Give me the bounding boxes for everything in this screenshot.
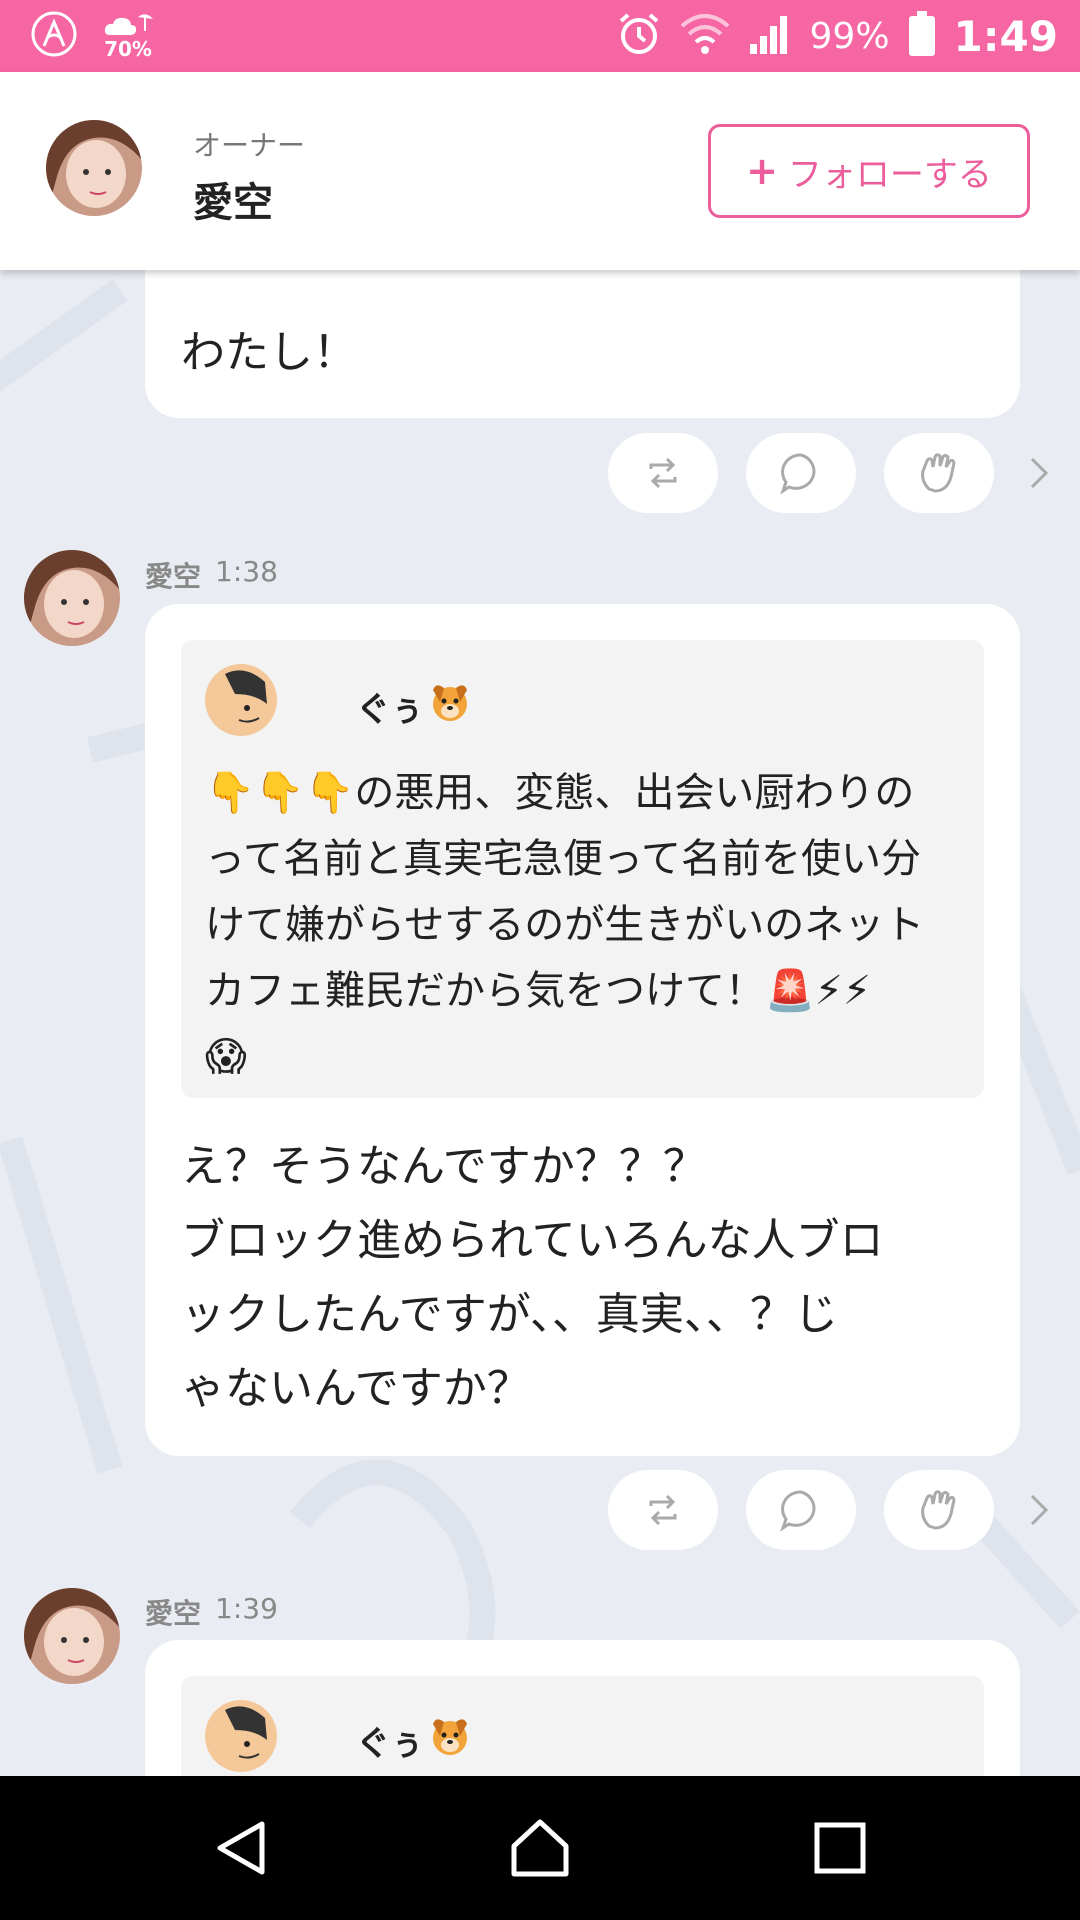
message-line: ブロック進められていろんな人ブロ — [181, 1215, 884, 1266]
message-line: ックしたんですが、、真実、、？じ — [181, 1289, 838, 1340]
weather-percent: 70% — [104, 37, 152, 61]
message-author: 愛空 — [145, 1597, 202, 1630]
home-button[interactable] — [470, 1776, 610, 1920]
signal-icon — [748, 12, 792, 60]
clock: 1:49 — [953, 11, 1058, 61]
home-icon — [511, 1819, 569, 1877]
system-nav-bar — [0, 1776, 1080, 1920]
dog-face-icon — [428, 1714, 472, 1767]
message-text: え？そうなんですか？？？ ブロック進められていろんな人ブロ ックしたんですが、、… — [181, 1130, 991, 1426]
quoted-author-name-text: ぐぅ — [356, 1724, 424, 1764]
more-actions-button[interactable] — [1020, 453, 1060, 493]
status-right: 99% 1:49 — [616, 0, 1058, 72]
repost-icon — [649, 1494, 677, 1526]
quoted-line: 😱 — [205, 1034, 247, 1080]
battery-percent: 99% — [809, 15, 890, 57]
quoted-line: けて嫌がらせするのが生きがいのネット — [205, 902, 925, 948]
comment-icon — [780, 453, 816, 495]
back-button[interactable] — [172, 1776, 312, 1920]
message-time: 1:39 — [215, 1592, 278, 1625]
quoted-line: って名前と真実宅急便って名前を使い分 — [205, 836, 921, 882]
message-meta: 愛空 1:39 — [145, 1592, 278, 1632]
repost-icon — [649, 457, 677, 489]
recents-button[interactable] — [770, 1776, 910, 1920]
repost-button[interactable] — [608, 1470, 718, 1550]
follow-button-label: フォローする — [787, 154, 992, 195]
message-line: え？そうなんですか？？？ — [181, 1141, 707, 1192]
clap-button[interactable] — [884, 433, 994, 513]
app-logo-icon — [30, 10, 78, 62]
message-card-2: ぐぅ 👇👇👇の悪用、変態、出会い厨わりの って名前と真実宅急便って名前を使い分 … — [145, 604, 1020, 1456]
owner-name: 愛空 — [193, 180, 273, 226]
message-actions-2 — [608, 1470, 1058, 1550]
author-avatar[interactable] — [24, 550, 120, 646]
message-author: 愛空 — [145, 560, 202, 593]
quoted-author-name: ぐぅ — [356, 680, 472, 733]
comment-button[interactable] — [746, 1470, 856, 1550]
chevron-right-icon — [1030, 1494, 1049, 1526]
quoted-author-name-text: ぐぅ — [356, 690, 424, 730]
weather-indicator: 70% — [102, 13, 154, 59]
quoted-post[interactable]: ぐぅ 👇👇👇の悪用、変態、出会い厨わりの って名前と真実宅急便って名前を使い分 … — [181, 640, 984, 1098]
quoted-author-name: ぐぅ — [356, 1714, 472, 1767]
owner-avatar[interactable] — [46, 120, 142, 216]
message-meta: 愛空 1:38 — [145, 555, 278, 595]
quoted-author-avatar — [205, 664, 277, 736]
comment-button[interactable] — [746, 433, 856, 513]
dog-face-icon — [428, 680, 472, 733]
quoted-line: カフェ難民だから気をつけて！🚨⚡⚡ — [205, 968, 871, 1014]
clap-icon — [921, 453, 956, 493]
message-actions-1 — [608, 433, 1058, 513]
quoted-line: 👇👇👇の悪用、変態、出会い厨わりの — [205, 770, 915, 816]
owner-header: オーナー 愛空 + フォローする — [0, 72, 1080, 270]
author-avatar[interactable] — [24, 1588, 120, 1684]
wifi-icon — [680, 12, 730, 60]
recents-icon — [814, 1822, 866, 1874]
owner-role-label: オーナー — [193, 129, 306, 162]
quoted-post-text: 👇👇👇の悪用、変態、出会い厨わりの って名前と真実宅急便って名前を使い分 けて嫌… — [205, 760, 965, 1090]
cloud-umbrella-icon — [104, 14, 153, 35]
back-icon — [217, 1821, 265, 1875]
more-actions-button[interactable] — [1020, 1490, 1060, 1530]
message-text: わたし！ — [181, 327, 357, 378]
clap-icon — [921, 1490, 956, 1530]
comment-icon — [780, 1490, 816, 1532]
plus-icon: + — [746, 149, 778, 193]
follow-button[interactable]: + フォローする — [708, 124, 1030, 218]
repost-button[interactable] — [608, 433, 718, 513]
message-line: ゃないんですか？ — [181, 1363, 531, 1414]
status-bar: 70% 99% 1:49 — [0, 0, 1080, 72]
message-time: 1:38 — [215, 555, 278, 588]
status-left: 70% — [30, 10, 154, 62]
clap-button[interactable] — [884, 1470, 994, 1550]
chevron-right-icon — [1030, 457, 1049, 489]
battery-icon — [908, 11, 936, 61]
quoted-author-avatar — [205, 1700, 277, 1772]
alarm-icon — [616, 11, 662, 61]
